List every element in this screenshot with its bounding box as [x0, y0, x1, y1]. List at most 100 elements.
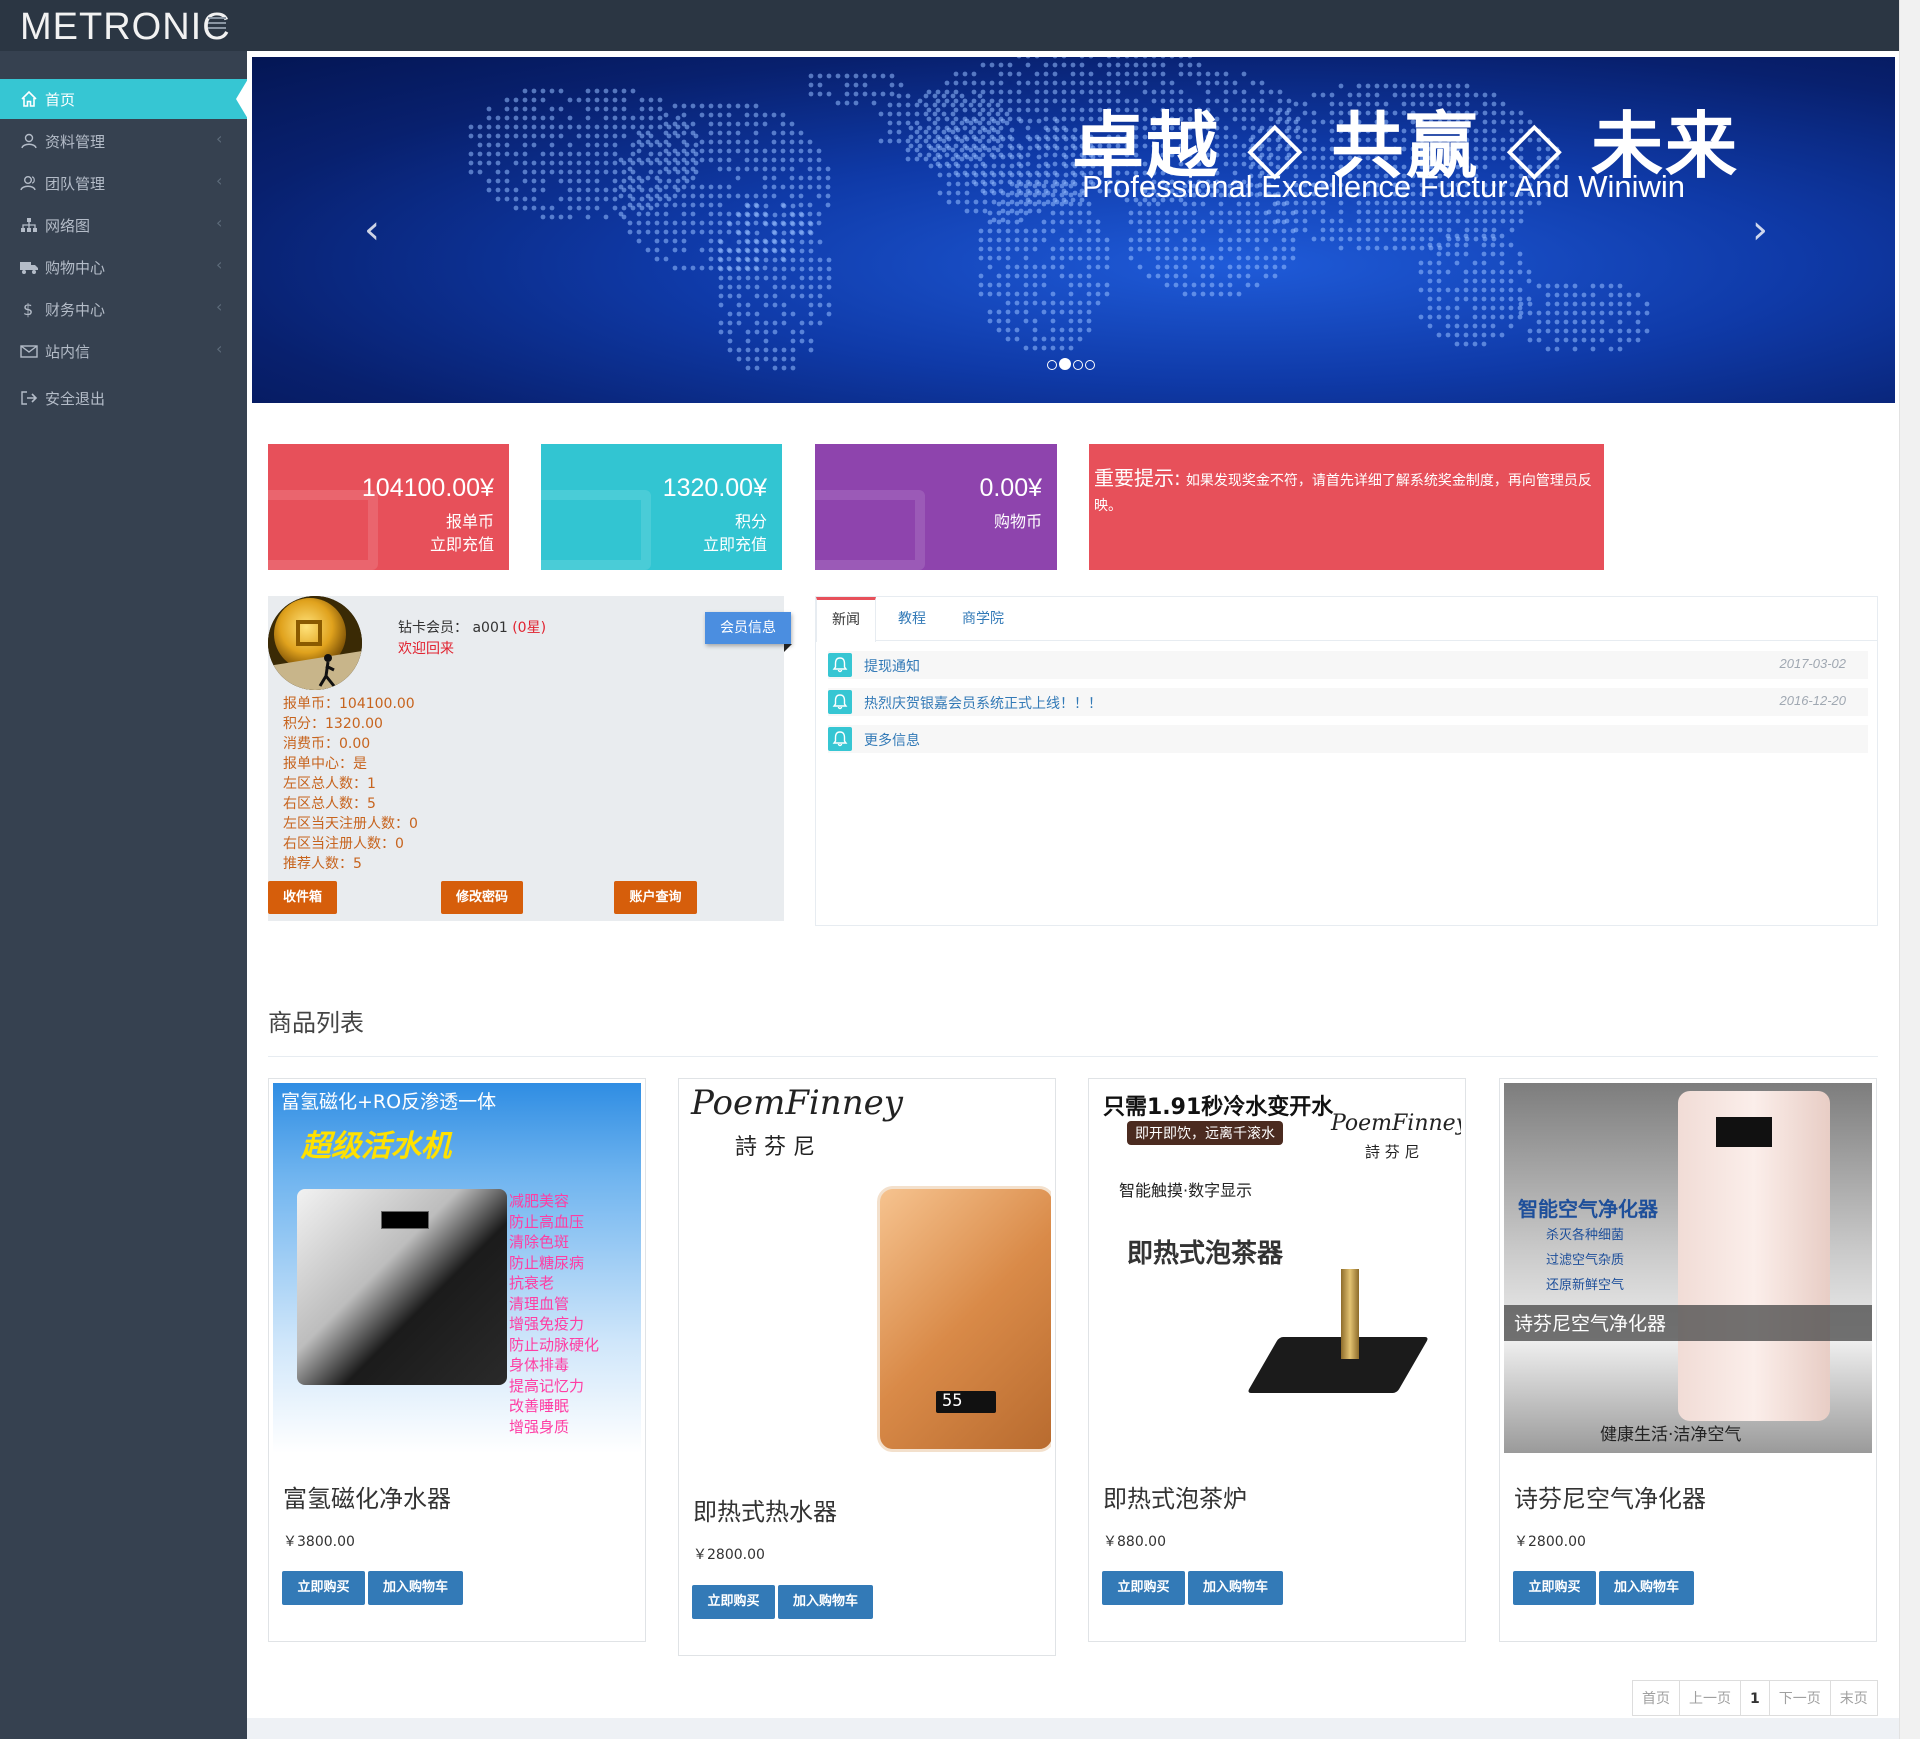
member-stat: 消费币：0.00 [283, 736, 371, 752]
page-prev[interactable]: 上一页 [1679, 1680, 1741, 1716]
change-password-button[interactable]: 修改密码 [441, 881, 523, 914]
member-stat: 推荐人数：5 [283, 856, 362, 872]
sidebar-item-finance[interactable]: $ 财务中心 ‹ [0, 289, 247, 329]
welcome-text: 欢迎回来 [398, 641, 454, 657]
sidebar-item-network[interactable]: 网络图 ‹ [0, 205, 247, 245]
product-card: 智能空气净化器 杀灭各种细菌 过滤空气杂质 还原新鲜空气 诗芬尼空气净化器 健康… [1499, 1078, 1877, 1642]
home-icon [21, 90, 37, 107]
buy-now-button[interactable]: 立即购买 [1513, 1571, 1596, 1605]
news-title[interactable]: 更多信息 [864, 730, 920, 750]
account-query-button[interactable]: 账户查询 [614, 881, 697, 914]
news-item[interactable]: 热烈庆贺银嘉会员系统正式上线！！！ 2016-12-20 [828, 688, 1868, 716]
buy-now-button[interactable]: 立即购买 [692, 1585, 775, 1619]
add-to-cart-button[interactable]: 加入购物车 [778, 1585, 873, 1619]
stat-value: 0.00¥ [979, 474, 1042, 502]
member-level: 钻卡会员： a001 (0星) [398, 620, 547, 636]
member-stat: 积分：1320.00 [283, 716, 383, 732]
recharge-link[interactable]: 立即充值 [703, 531, 767, 555]
product-image[interactable]: 智能空气净化器 杀灭各种细菌 过滤空气杂质 还原新鲜空气 诗芬尼空气净化器 健康… [1504, 1083, 1872, 1453]
news-item[interactable]: 提现通知 2017-03-02 [828, 651, 1868, 679]
svg-text:$: $ [23, 300, 33, 319]
purifier-features: 杀灭各种细菌 过滤空气杂质 还原新鲜空气 [1546, 1228, 1625, 1293]
logo[interactable]: METRONIC [20, 6, 231, 49]
tab-news[interactable]: 新闻 [816, 597, 876, 642]
carousel-prev-icon[interactable]: ‹ [364, 207, 380, 253]
tab-business-school[interactable]: 商学院 [962, 597, 1004, 641]
chevron-left-icon: ‹ [216, 255, 223, 274]
stat-box-report-coin[interactable]: 104100.00¥ 报单币 立即充值 [268, 444, 509, 570]
product-name[interactable]: 即热式泡茶炉 [1103, 1479, 1247, 1514]
sidebar-item-label: 网络图 [45, 217, 91, 235]
sidebar-item-home[interactable]: 首页 [0, 79, 248, 119]
member-stat: 右区总人数：5 [283, 796, 376, 812]
carousel-indicator[interactable] [1047, 360, 1057, 370]
member-username: a001 [472, 620, 508, 636]
carousel-indicators [1047, 355, 1097, 374]
product-benefits: 减肥美容 防止高血压 清除色斑 防止糖尿病 抗衰老 清理血管 增强免疫力 防止动… [509, 1192, 600, 1436]
news-date: 2016-12-20 [1779, 693, 1847, 708]
sidebar-item-logout[interactable]: 安全退出 [0, 378, 247, 418]
pagination: 首页 上一页 1 下一页 末页 [1632, 1680, 1878, 1716]
chevron-left-icon: ‹ [216, 339, 223, 358]
product-price: ￥2800.00 [693, 1547, 765, 1563]
product-card: 只需1.91秒冷水变开水 即开即饮，远离千滚水 PoemFinney 詩 芬 尼… [1088, 1078, 1466, 1642]
news-title[interactable]: 提现通知 [864, 656, 920, 676]
sidebar-item-profile[interactable]: 资料管理 ‹ [0, 121, 247, 161]
product-card: PoemFinney 詩 芬 尼 55 即热式热水器 ￥2800.00 立即购买… [678, 1078, 1056, 1656]
carousel-subtitle: Professional Excellence Fuctur And Winiw… [1082, 169, 1686, 204]
sidebar-item-team[interactable]: 团队管理 ‹ [0, 163, 247, 203]
product-name[interactable]: 诗芬尼空气净化器 [1514, 1479, 1706, 1514]
buy-now-button[interactable]: 立即购买 [1102, 1571, 1185, 1605]
carousel-indicator[interactable] [1059, 358, 1071, 370]
page-next[interactable]: 下一页 [1768, 1680, 1831, 1716]
product-price: ￥3800.00 [283, 1534, 355, 1550]
stat-box-shopping-coin[interactable]: 0.00¥ 购物币 [815, 444, 1057, 570]
sidebar-item-label: 购物中心 [45, 259, 106, 277]
chevron-left-icon: ‹ [216, 213, 223, 232]
carousel-indicator[interactable] [1073, 360, 1083, 370]
product-name[interactable]: 即热式热水器 [693, 1492, 837, 1527]
product-image[interactable]: 只需1.91秒冷水变开水 即开即饮，远离千滚水 PoemFinney 詩 芬 尼… [1093, 1083, 1461, 1453]
recharge-link[interactable]: 立即充值 [430, 531, 494, 555]
bell-icon [828, 727, 852, 751]
menu-toggle-icon[interactable] [208, 17, 226, 31]
news-title[interactable]: 热烈庆贺银嘉会员系统正式上线！！！ [864, 693, 1102, 713]
stat-value: 104100.00¥ [361, 474, 494, 502]
add-to-cart-button[interactable]: 加入购物车 [368, 1571, 463, 1605]
news-date: 2017-03-02 [1779, 656, 1847, 671]
page-last[interactable]: 末页 [1829, 1680, 1878, 1716]
carousel-next-icon[interactable]: › [1752, 207, 1768, 253]
purifier-drawing [297, 1189, 507, 1385]
stat-label: 积分 [734, 512, 767, 531]
member-stat: 左区总人数：1 [283, 776, 376, 792]
product-price: ￥2800.00 [1514, 1534, 1586, 1550]
news-item[interactable]: 更多信息 [828, 725, 1868, 753]
sidebar-item-messages[interactable]: 站内信 ‹ [0, 331, 247, 371]
add-to-cart-button[interactable]: 加入购物车 [1599, 1571, 1694, 1605]
envelope-icon [20, 345, 38, 358]
page-current[interactable]: 1 [1740, 1680, 1770, 1716]
sidebar-item-shopping[interactable]: 购物中心 ‹ [0, 247, 247, 287]
tea-stove-drawing [1246, 1337, 1430, 1393]
heater-drawing: 55 [877, 1186, 1051, 1452]
tab-tutorial[interactable]: 教程 [898, 597, 926, 641]
add-to-cart-button[interactable]: 加入购物车 [1188, 1571, 1283, 1605]
member-info-badge[interactable]: 会员信息 [705, 612, 791, 644]
sidebar-item-label: 资料管理 [45, 133, 106, 151]
stat-box-points[interactable]: 1320.00¥ 积分 立即充值 [541, 444, 782, 570]
inbox-button[interactable]: 收件箱 [268, 881, 337, 914]
product-image[interactable]: 富氢磁化+RO反渗透一体 超级活水机 减肥美容 防止高血压 清除色斑 防止糖尿病… [273, 1083, 641, 1453]
dollar-icon: $ [23, 300, 33, 319]
product-image[interactable]: PoemFinney 詩 芬 尼 55 [683, 1083, 1051, 1453]
bell-icon [828, 653, 852, 677]
sidebar-item-label: 安全退出 [45, 390, 106, 408]
carousel-indicator[interactable] [1085, 360, 1095, 370]
sidebar: 首页 资料管理 ‹ 团队管理 ‹ 网络图 ‹ 购物中心 ‹ $ 财务中心 ‹ 站… [0, 51, 248, 1739]
page-first[interactable]: 首页 [1632, 1680, 1680, 1716]
product-name[interactable]: 富氢磁化净水器 [283, 1479, 451, 1514]
chevron-left-icon: ‹ [216, 129, 223, 148]
member-stars: (0星) [512, 620, 547, 636]
scrollbar[interactable] [1899, 0, 1920, 1739]
buy-now-button[interactable]: 立即购买 [282, 1571, 365, 1605]
chevron-left-icon: ‹ [216, 297, 223, 316]
